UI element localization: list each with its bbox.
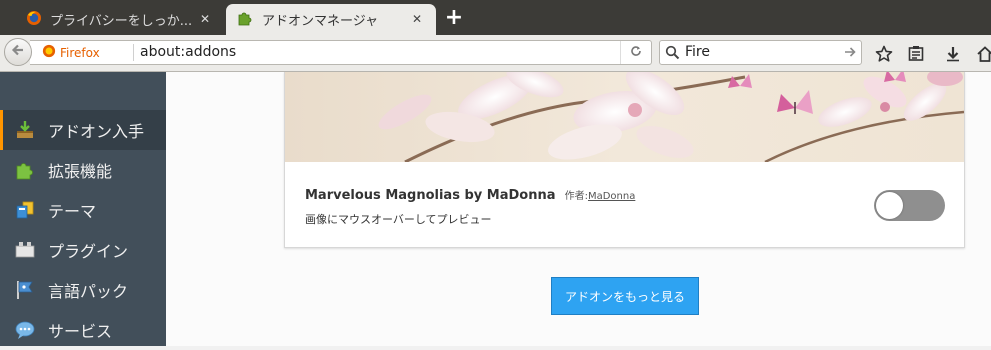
addon-description: 画像にマウスオーバーしてプレビュー	[305, 213, 492, 226]
plugins-icon	[14, 239, 36, 261]
see-more-addons-button[interactable]: アドオンをもっと見る	[551, 277, 699, 315]
tab-strip: プライバシーをしっか... ✕ アドオンマネージャ ✕ +	[0, 0, 991, 35]
category-sidebar: アドオン入手 拡張機能 テーマ プラグイン 言語パック サービス	[0, 72, 166, 346]
search-icon	[665, 45, 680, 64]
download-icon[interactable]	[942, 43, 964, 65]
addon-heading: Marvelous Magnolias by MaDonna 作者:MaDonn…	[305, 184, 635, 203]
themes-icon	[14, 199, 36, 221]
home-icon[interactable]	[974, 43, 991, 65]
tab-privacy[interactable]: プライバシーをしっか... ✕	[12, 4, 224, 35]
tab-addon-manager[interactable]: アドオンマネージャ ✕	[226, 4, 436, 35]
identity-label: Firefox	[60, 45, 100, 60]
category-services[interactable]: サービス	[0, 310, 166, 350]
new-tab-button[interactable]: +	[444, 5, 464, 30]
category-label: サービス	[48, 322, 113, 341]
close-tab-icon[interactable]: ✕	[200, 12, 210, 26]
category-get-addons[interactable]: アドオン入手	[0, 110, 166, 150]
back-button[interactable]	[4, 38, 32, 66]
theme-preview-image[interactable]	[285, 72, 964, 162]
search-bar[interactable]: Fire	[659, 40, 862, 65]
extensions-puzzle-icon	[14, 159, 36, 181]
category-label: アドオン入手	[48, 122, 145, 141]
get-addons-icon	[14, 119, 36, 141]
addon-content-pane: Marvelous Magnolias by MaDonna 作者:MaDonn…	[166, 72, 991, 346]
bookmark-star-icon[interactable]	[873, 43, 895, 65]
reload-button[interactable]	[620, 41, 651, 64]
category-plugins[interactable]: プラグイン	[0, 230, 166, 270]
url-separator	[133, 44, 134, 61]
tab-title: アドオンマネージャ	[262, 14, 379, 29]
addon-card: Marvelous Magnolias by MaDonna 作者:MaDonn…	[284, 72, 965, 248]
toggle-knob	[876, 192, 903, 219]
nav-bar: Firefox about:addons Fire	[0, 35, 991, 72]
reload-icon	[629, 43, 643, 62]
language-flag-icon	[14, 279, 36, 301]
firefox-icon	[26, 10, 42, 30]
arrow-right-icon[interactable]	[843, 44, 857, 64]
category-language-packs[interactable]: 言語パック	[0, 270, 166, 310]
creator-link[interactable]: MaDonna	[588, 191, 635, 202]
theme-enable-toggle[interactable]	[874, 190, 945, 221]
search-input[interactable]: Fire	[685, 44, 710, 60]
puzzle-icon	[236, 9, 254, 31]
site-identity[interactable]: Firefox	[42, 44, 100, 61]
addon-card-body: Marvelous Magnolias by MaDonna 作者:MaDonn…	[285, 162, 964, 247]
category-label: テーマ	[48, 202, 97, 221]
reading-list-icon[interactable]	[905, 43, 927, 65]
creator-prefix: 作者:	[564, 191, 588, 202]
category-label: 拡張機能	[48, 162, 113, 181]
services-bubble-icon	[14, 319, 36, 341]
category-label: 言語パック	[48, 282, 129, 301]
firefox-icon	[42, 44, 56, 61]
tab-title: プライバシーをしっか...	[50, 14, 193, 29]
category-label: プラグイン	[48, 242, 129, 261]
addon-name: Marvelous Magnolias by MaDonna	[305, 188, 556, 203]
url-input[interactable]: about:addons	[140, 44, 236, 60]
back-arrow-icon	[10, 42, 26, 62]
category-extensions[interactable]: 拡張機能	[0, 150, 166, 190]
close-tab-icon[interactable]: ✕	[412, 12, 422, 26]
url-bar[interactable]: Firefox about:addons	[30, 40, 652, 65]
category-themes[interactable]: テーマ	[0, 190, 166, 230]
